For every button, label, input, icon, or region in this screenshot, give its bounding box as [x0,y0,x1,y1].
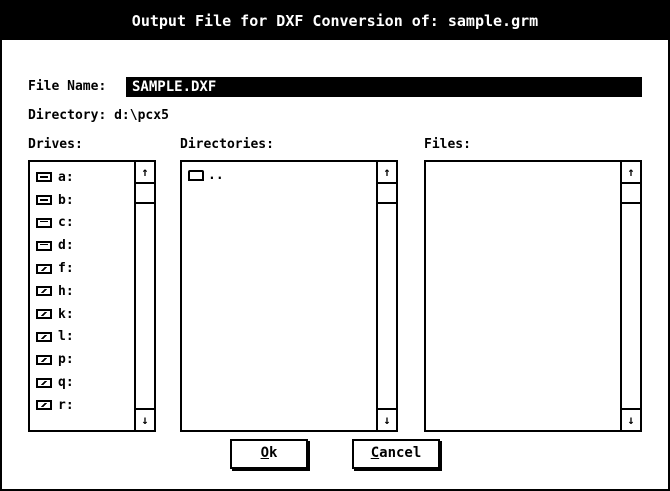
list-item[interactable]: .. [188,168,224,183]
files-scrollbar[interactable]: ↑ ↓ [620,162,640,430]
network-drive-icon [36,354,52,365]
current-directory-value: d:\pcx5 [114,108,169,123]
fixed-drive-icon [36,240,52,251]
directories-scrollbar[interactable]: ↑ ↓ [376,162,396,430]
scroll-up-arrow-icon[interactable]: ↑ [622,162,640,184]
files-listbox[interactable]: ↑ ↓ [424,160,642,432]
directories-label: Directories: [180,137,274,152]
drives-listbox[interactable]: a: b: c: d: f: h: k: l: p: q: r: ↑ ↓ [28,160,156,432]
scroll-thumb[interactable] [622,184,640,204]
drive-item-label: a: [58,169,74,185]
file-name-input[interactable]: SAMPLE.DXF [126,77,642,97]
drive-item-p[interactable]: p: [30,348,134,371]
ok-mnemonic: O [260,445,269,461]
drive-item-label: r: [58,397,74,413]
drive-item-label: p: [58,352,74,368]
drives-list: a: b: c: d: f: h: k: l: p: q: r: [30,166,134,417]
scroll-up-arrow-icon[interactable]: ↑ [136,162,154,184]
removable-drive-icon [36,172,52,183]
drive-item-label: h: [58,283,74,299]
drive-item-label: d: [58,238,74,254]
network-drive-icon [36,400,52,411]
drive-item-h[interactable]: h: [30,280,134,303]
ok-label-rest: k [269,445,278,461]
network-drive-icon [36,309,52,320]
drive-item-label: b: [58,192,74,208]
scroll-thumb[interactable] [136,184,154,204]
drive-item-b[interactable]: b: [30,189,134,212]
drive-item-q[interactable]: q: [30,371,134,394]
drive-item-label: c: [58,215,74,231]
ok-button[interactable]: Ok [230,439,308,469]
dialog-title: Output File for DXF Conversion of: sampl… [2,2,668,40]
file-name-label: File Name: [28,79,107,94]
drive-item-label: q: [58,375,74,391]
drives-label: Drives: [28,137,83,152]
directory-label: Directory: d:\pcx5 [28,108,169,123]
directories-listbox[interactable]: .. ↑ ↓ [180,160,398,432]
cancel-button[interactable]: Cancel [352,439,440,469]
directory-item-label: .. [208,168,224,183]
scroll-down-arrow-icon[interactable]: ↓ [136,408,154,430]
drive-item-f[interactable]: f: [30,257,134,280]
fixed-drive-icon [36,217,52,228]
network-drive-icon [36,377,52,388]
drives-scrollbar[interactable]: ↑ ↓ [134,162,154,430]
scroll-thumb[interactable] [378,184,396,204]
scroll-down-arrow-icon[interactable]: ↓ [622,408,640,430]
removable-drive-icon [36,195,52,206]
drive-item-c[interactable]: c: [30,212,134,235]
cancel-mnemonic: C [370,445,380,461]
directory-label-text: Directory: [28,108,107,123]
drive-item-d[interactable]: d: [30,234,134,257]
network-drive-icon [36,263,52,274]
drive-item-k[interactable]: k: [30,303,134,326]
cancel-label-rest: ancel [379,445,422,461]
network-drive-icon [36,286,52,297]
drive-item-r[interactable]: r: [30,394,134,417]
drive-item-a[interactable]: a: [30,166,134,189]
network-drive-icon [36,331,52,342]
folder-icon [188,170,204,181]
files-label: Files: [424,137,471,152]
drive-item-label: l: [58,329,74,345]
drive-item-label: f: [58,261,74,277]
drive-item-label: k: [58,306,74,322]
scroll-up-arrow-icon[interactable]: ↑ [378,162,396,184]
output-file-dialog: Output File for DXF Conversion of: sampl… [0,0,670,491]
drive-item-l[interactable]: l: [30,326,134,349]
scroll-down-arrow-icon[interactable]: ↓ [378,408,396,430]
